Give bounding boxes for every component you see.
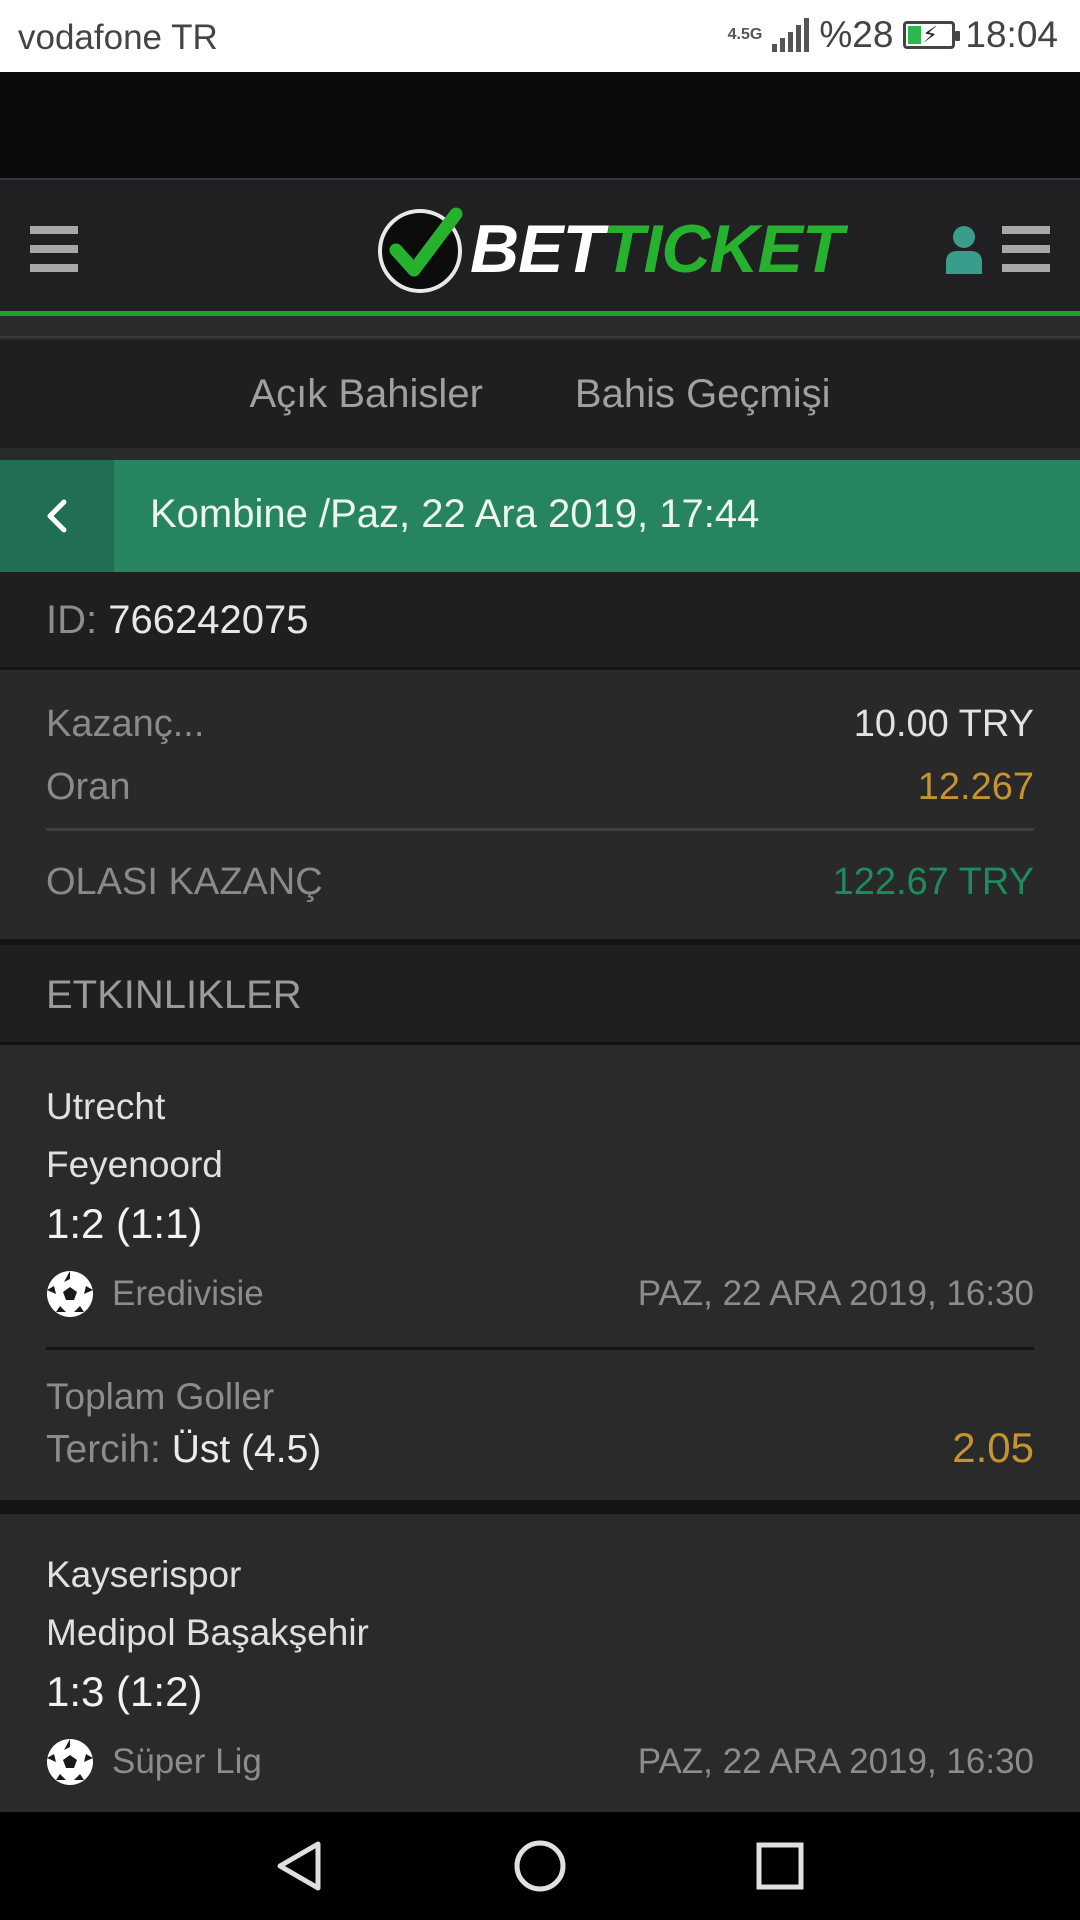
league-name: Süper Lig xyxy=(112,1742,262,1781)
user-icon[interactable] xyxy=(944,224,984,274)
tab-bet-history[interactable]: Bahis Geçmişi xyxy=(575,372,831,417)
logo-ticket-text: TICKET xyxy=(603,211,844,287)
match-date: PAZ, 22 ARA 2019, 16:30 xyxy=(637,1274,1034,1313)
app-header: BETTICKET xyxy=(0,178,1080,316)
bet-id-value: 766242075 xyxy=(108,598,309,642)
potential-win-value: 122.67 TRY xyxy=(832,861,1034,903)
odds-label: Oran xyxy=(46,766,131,808)
away-team: Medipol Başakşehir xyxy=(46,1612,369,1653)
bet-title: Kombine /Paz, 22 Ara 2019, 17:44 xyxy=(150,492,760,536)
soccer-ball-icon xyxy=(47,1271,93,1317)
account-menu-icon[interactable] xyxy=(1002,226,1050,272)
menu-icon[interactable] xyxy=(30,226,78,272)
stake-value: 10.00 TRY xyxy=(853,703,1034,745)
summary-divider xyxy=(46,828,1034,831)
header-strip xyxy=(0,316,1080,338)
selection: Tercih: Üst (4.5) xyxy=(46,1428,321,1472)
logo-bet-text: BET xyxy=(470,211,604,287)
stake-label: Kazanç... xyxy=(46,703,205,745)
bet-summary: Kazanç... 10.00 TRY Oran 12.267 OLASI KA… xyxy=(0,673,1080,939)
odds-value: 12.267 xyxy=(917,766,1034,808)
back-button[interactable] xyxy=(0,460,114,572)
league-name: Eredivisie xyxy=(112,1274,264,1313)
match-date: PAZ, 22 ARA 2019, 16:30 xyxy=(637,1742,1034,1781)
tab-open-bets[interactable]: Açık Bahisler xyxy=(249,372,482,417)
market-name: Toplam Goller xyxy=(46,1376,275,1417)
card-separator xyxy=(0,1500,1080,1514)
stake-row: Kazanç... 10.00 TRY xyxy=(46,703,1034,746)
home-team: Kayserispor xyxy=(46,1554,242,1595)
carrier-name: vodafone TR xyxy=(18,18,218,57)
selection-value: Üst (4.5) xyxy=(171,1428,322,1471)
selection-label: Tercih: xyxy=(46,1428,161,1471)
bet-tabs: Açık Bahisler Bahis Geçmişi xyxy=(0,340,1080,448)
bet-title-bar: Kombine /Paz, 22 Ara 2019, 17:44 xyxy=(0,460,1080,572)
events-section-title: ETKINLIKLER xyxy=(46,973,302,1017)
soccer-ball-icon xyxy=(47,1739,93,1785)
brand-logo[interactable]: BETTICKET xyxy=(376,204,844,294)
nav-recents-icon[interactable] xyxy=(750,1838,810,1894)
top-spacer xyxy=(0,72,1080,178)
battery-icon: ⚡ xyxy=(903,21,961,49)
network-type-label: 4.5G xyxy=(727,26,763,43)
nav-back-icon[interactable] xyxy=(270,1838,330,1894)
event-divider xyxy=(46,1347,1034,1350)
events-section-header: ETKINLIKLER xyxy=(0,945,1080,1045)
nav-home-icon[interactable] xyxy=(510,1838,570,1894)
chevron-left-icon xyxy=(47,499,67,533)
match-score: 1:2 (1:1) xyxy=(46,1200,203,1247)
signal-icon xyxy=(772,18,810,52)
battery-percent: %28 xyxy=(819,14,894,55)
away-team: Feyenoord xyxy=(46,1144,223,1185)
match-score: 1:3 (1:2) xyxy=(46,1668,203,1715)
odds-row: Oran 12.267 xyxy=(46,766,1034,809)
potential-win-label: OLASI KAZANÇ xyxy=(46,861,323,903)
potential-win-row: OLASI KAZANÇ 122.67 TRY xyxy=(46,861,1034,904)
system-nav-bar xyxy=(0,1812,1080,1920)
event-card: Utrecht Feyenoord 1:2 (1:1) Eredivisie P… xyxy=(0,1048,1080,1500)
home-team: Utrecht xyxy=(46,1086,166,1127)
selection-odds: 2.05 xyxy=(952,1424,1034,1471)
bet-id-row: ID: 766242075 xyxy=(0,572,1080,670)
status-bar: vodafone TR 4.5G %28 ⚡ 18:04 xyxy=(0,0,1080,72)
clock: 18:04 xyxy=(965,14,1058,55)
status-icons: 4.5G %28 ⚡ 18:04 xyxy=(728,14,1058,56)
bet-id-label: ID: xyxy=(46,598,98,642)
checkmark-logo-icon xyxy=(378,207,463,293)
tabs-gap xyxy=(0,448,1080,460)
event-card: Kayserispor Medipol Başakşehir 1:3 (1:2)… xyxy=(0,1514,1080,1812)
